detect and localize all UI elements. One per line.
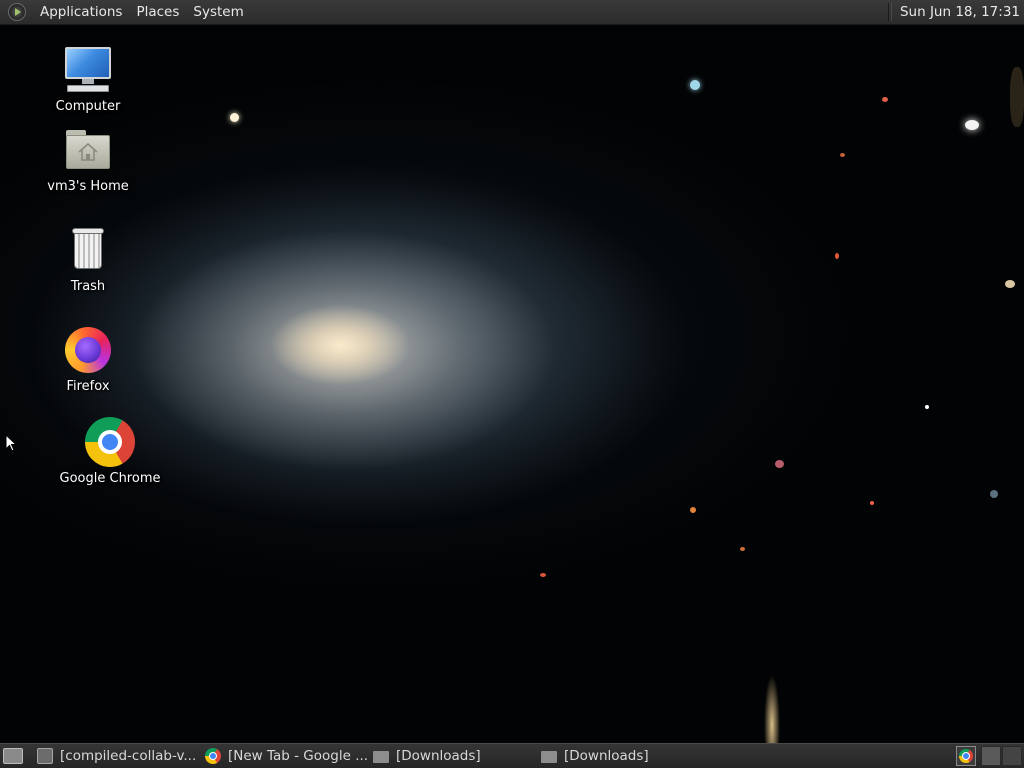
taskbar-item-label: [New Tab - Google ... — [228, 748, 369, 764]
desktop-icon-trash[interactable]: Trash — [33, 225, 143, 294]
top-panel: Applications Places System Sun Jun 18, 1… — [0, 0, 1024, 25]
workspace-2[interactable] — [1002, 746, 1022, 766]
chrome-icon — [959, 749, 973, 763]
clock[interactable]: Sun Jun 18, 17:31 — [900, 4, 1020, 20]
desktop-icon-label: Trash — [70, 279, 106, 294]
star — [1005, 280, 1015, 288]
taskbar-item-downloads[interactable]: [Downloads] — [537, 745, 705, 767]
menu-system[interactable]: System — [186, 4, 250, 20]
star — [740, 547, 745, 551]
folder-icon — [373, 751, 389, 763]
menu-places[interactable]: Places — [129, 4, 186, 20]
workspace-1[interactable] — [981, 746, 1001, 766]
folder-icon — [541, 751, 557, 763]
menu-applications[interactable]: Applications — [33, 4, 129, 20]
star — [690, 507, 696, 513]
star — [690, 80, 700, 90]
desktop-icon-firefox[interactable]: Firefox — [33, 325, 143, 394]
panel-separator — [887, 3, 892, 21]
taskbar-item-label: [compiled-collab-v... — [60, 748, 197, 764]
mouse-cursor-icon — [5, 434, 17, 452]
taskbar-item-label: [Downloads] — [564, 748, 649, 764]
tray-chrome-icon[interactable] — [956, 746, 976, 766]
star — [540, 573, 546, 577]
taskbar-item-terminal[interactable]: [compiled-collab-v... — [33, 745, 201, 767]
desktop-icon-chrome[interactable]: Google Chrome — [55, 417, 165, 486]
star — [965, 120, 979, 130]
trash-icon — [63, 225, 113, 275]
desktop-icon-label: vm3's Home — [47, 179, 129, 194]
star — [882, 97, 888, 102]
star — [230, 113, 239, 122]
taskbar-item-chrome[interactable]: [New Tab - Google ... — [201, 745, 369, 767]
chrome-icon — [205, 748, 221, 764]
computer-icon — [63, 45, 113, 95]
star — [840, 153, 845, 157]
terminal-icon — [37, 748, 53, 764]
star — [1010, 67, 1024, 127]
star — [775, 460, 784, 468]
desktop-icon-computer[interactable]: Computer — [33, 45, 143, 114]
taskbar-item-label: [Downloads] — [396, 748, 481, 764]
chrome-icon — [85, 417, 135, 467]
bottom-panel: [compiled-collab-v... [New Tab - Google … — [0, 743, 1024, 768]
desktop-icon-label: Firefox — [66, 379, 110, 394]
star — [925, 405, 929, 409]
distro-logo-icon[interactable] — [8, 3, 26, 21]
star — [870, 501, 874, 505]
workspace-switcher[interactable] — [980, 746, 1022, 766]
star — [990, 490, 998, 498]
star — [835, 253, 839, 259]
home-folder-icon — [63, 125, 113, 175]
desktop-icon-label: Computer — [55, 99, 121, 114]
desktop-icon-home[interactable]: vm3's Home — [33, 125, 143, 194]
taskbar-item-downloads[interactable]: [Downloads] — [369, 745, 537, 767]
desktop-icon-label: Google Chrome — [59, 471, 161, 486]
show-desktop-icon[interactable] — [3, 748, 23, 764]
firefox-icon — [63, 325, 113, 375]
desktop-wallpaper[interactable]: Computer vm3's Home Trash Firefox Google… — [0, 25, 1024, 743]
